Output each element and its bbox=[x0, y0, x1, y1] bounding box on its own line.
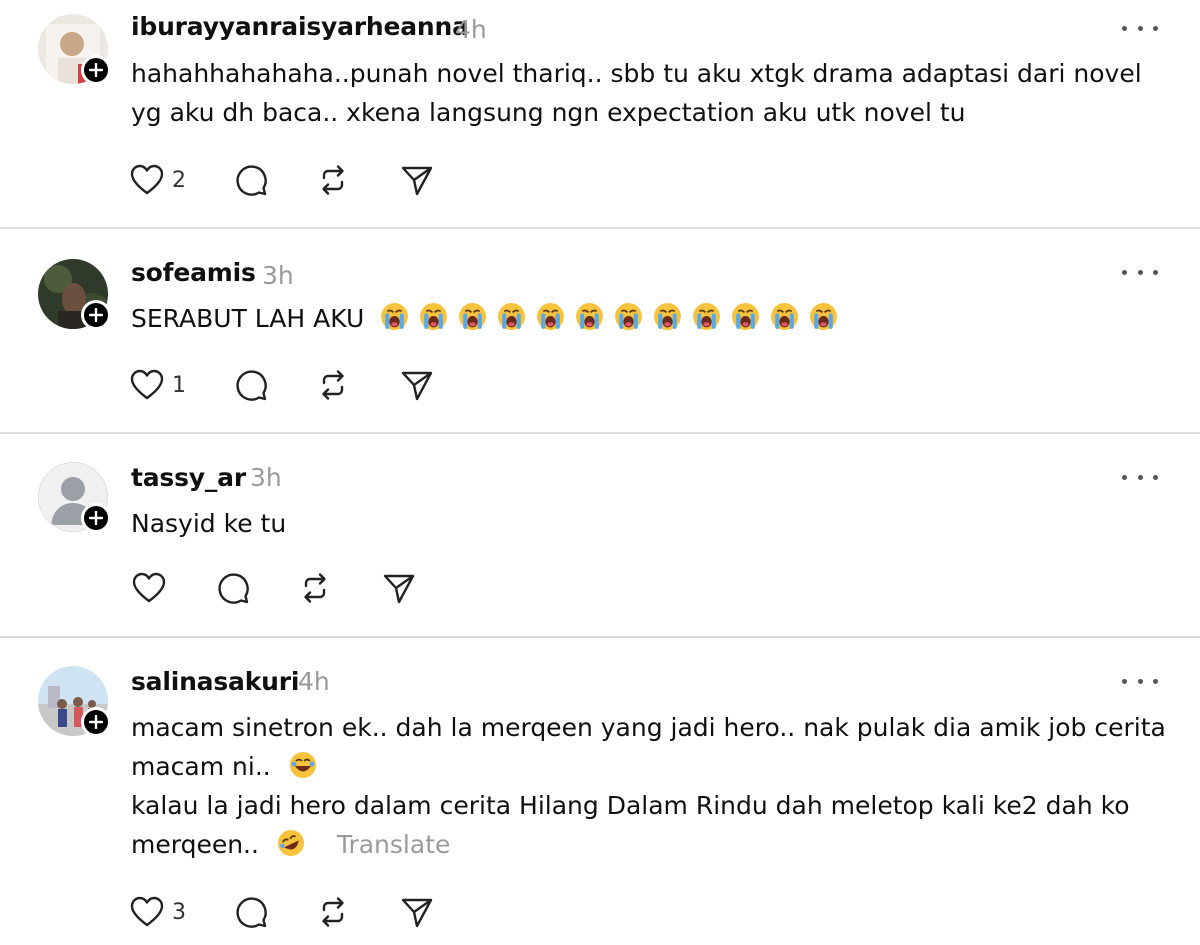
like-count: 2 bbox=[172, 167, 186, 193]
comment-icon bbox=[236, 165, 267, 196]
share-icon bbox=[401, 371, 433, 401]
post-1: iburayyanraisyarheanna 4h hahahhahahaha.… bbox=[0, 0, 1200, 228]
more-icon[interactable] bbox=[1122, 262, 1158, 282]
repost-button[interactable] bbox=[316, 365, 350, 405]
more-icon[interactable] bbox=[1122, 18, 1158, 38]
timestamp: 4h bbox=[298, 667, 330, 696]
post-text-content: macam ni.. bbox=[131, 752, 271, 781]
post-text-line: macam sinetron ek.. dah la merqeen yang … bbox=[131, 713, 1166, 742]
post-text-line: hahahhahahaha..punah novel thariq.. sbb … bbox=[131, 59, 1142, 88]
rofl-emoji bbox=[277, 829, 305, 868]
comment-icon bbox=[236, 370, 267, 401]
post-text-line: merqeen.. Translate bbox=[131, 825, 450, 868]
post-actions bbox=[130, 568, 430, 608]
post-actions: 1 bbox=[130, 365, 450, 405]
post-text: Nasyid ke tu bbox=[131, 509, 287, 538]
share-button[interactable] bbox=[400, 365, 434, 405]
comment-button[interactable] bbox=[234, 365, 268, 405]
share-icon bbox=[401, 166, 433, 196]
comment-icon bbox=[218, 573, 249, 604]
crying-face-emoji bbox=[419, 302, 448, 342]
like-count: 3 bbox=[172, 899, 186, 925]
heart-icon bbox=[132, 572, 166, 603]
like-button[interactable]: 3 bbox=[130, 892, 186, 932]
emoji-row bbox=[380, 303, 848, 333]
crying-face-emoji bbox=[692, 302, 721, 342]
post-text-content: SERABUT LAH AKU bbox=[131, 304, 365, 333]
share-button[interactable] bbox=[382, 568, 416, 608]
share-icon bbox=[383, 574, 415, 604]
post-text-line: macam ni.. bbox=[131, 747, 327, 790]
follow-plus-icon[interactable] bbox=[81, 55, 111, 85]
post-text: SERABUT LAH AKU bbox=[131, 299, 848, 342]
timestamp: 4h bbox=[455, 15, 487, 44]
crying-face-emoji bbox=[809, 302, 838, 342]
crying-face-emoji bbox=[731, 302, 760, 342]
crying-face-emoji bbox=[653, 302, 682, 342]
post-2: sofeamis 3h SERABUT LAH AKU 1 bbox=[0, 229, 1200, 433]
post-3: tassy_ar 3h Nasyid ke tu bbox=[0, 434, 1200, 638]
share-button[interactable] bbox=[400, 892, 434, 932]
comment-button[interactable] bbox=[234, 892, 268, 932]
timestamp: 3h bbox=[250, 463, 282, 492]
crying-face-emoji bbox=[536, 302, 565, 342]
heart-icon bbox=[130, 896, 164, 927]
repost-button[interactable] bbox=[316, 160, 350, 200]
timestamp: 3h bbox=[262, 261, 294, 290]
translate-link[interactable]: Translate bbox=[337, 830, 451, 859]
post-actions: 2 bbox=[130, 160, 450, 200]
username[interactable]: iburayyanraisyarheanna bbox=[131, 12, 469, 41]
comment-button[interactable] bbox=[234, 160, 268, 200]
crying-face-emoji bbox=[497, 302, 526, 342]
like-count: 1 bbox=[172, 372, 186, 398]
repost-icon bbox=[322, 165, 344, 195]
comment-icon bbox=[236, 897, 267, 928]
heart-icon bbox=[130, 164, 164, 195]
share-button[interactable] bbox=[400, 160, 434, 200]
post-text-line: kalau la jadi hero dalam cerita Hilang D… bbox=[131, 791, 1130, 820]
repost-icon bbox=[304, 573, 326, 603]
threads-feed: iburayyanraisyarheanna 4h hahahhahahaha.… bbox=[0, 0, 1200, 945]
repost-button[interactable] bbox=[316, 892, 350, 932]
comment-button[interactable] bbox=[216, 568, 250, 608]
heart-icon bbox=[130, 369, 164, 400]
more-icon[interactable] bbox=[1122, 467, 1158, 487]
post-text-content: merqeen.. bbox=[131, 830, 259, 859]
like-button[interactable]: 2 bbox=[130, 160, 186, 200]
laughing-emoji bbox=[289, 751, 317, 790]
username[interactable]: sofeamis bbox=[131, 258, 256, 287]
crying-face-emoji bbox=[770, 302, 799, 342]
repost-icon bbox=[322, 370, 344, 400]
post-actions: 3 bbox=[130, 892, 450, 932]
repost-button[interactable] bbox=[298, 568, 332, 608]
follow-plus-icon[interactable] bbox=[81, 300, 111, 330]
post-4: salinasakuri 4h macam sinetron ek.. dah … bbox=[0, 638, 1200, 945]
follow-plus-icon[interactable] bbox=[81, 707, 111, 737]
like-button[interactable] bbox=[132, 568, 166, 608]
crying-face-emoji bbox=[614, 302, 643, 342]
username[interactable]: salinasakuri bbox=[131, 667, 299, 696]
share-icon bbox=[401, 898, 433, 928]
crying-face-emoji bbox=[575, 302, 604, 342]
crying-face-emoji bbox=[458, 302, 487, 342]
username[interactable]: tassy_ar bbox=[131, 463, 246, 492]
more-icon[interactable] bbox=[1122, 671, 1158, 691]
repost-icon bbox=[322, 897, 344, 927]
follow-plus-icon[interactable] bbox=[81, 503, 111, 533]
crying-face-emoji bbox=[380, 302, 409, 342]
post-text-line: yg aku dh baca.. xkena langsung ngn expe… bbox=[131, 98, 966, 127]
like-button[interactable]: 1 bbox=[130, 365, 186, 405]
